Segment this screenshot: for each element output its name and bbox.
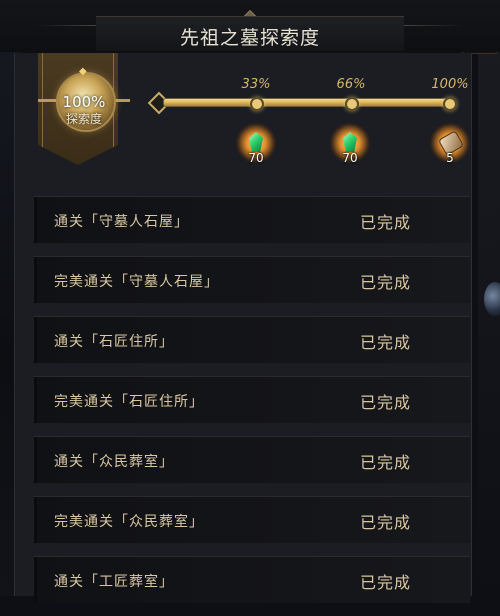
reward-count-3: 5 [446, 151, 454, 165]
exploration-label: 探索度 [65, 112, 102, 126]
task-name: 完美通关「石匠住所」 [54, 394, 204, 410]
orb-icon [484, 282, 500, 316]
task-status: 已完成 [360, 273, 412, 292]
task-list: 通关「守墓人石屋」 已完成 完美通关「守墓人石屋」 已完成 通关「石匠住所」 已… [34, 196, 470, 616]
task-name: 通关「众民葬室」 [54, 454, 174, 470]
milestone-percent-1: 33% [241, 77, 271, 92]
task-name: 通关「守墓人石屋」 [54, 214, 189, 230]
milestone-percent-3: 100% [431, 77, 469, 92]
task-row: 完美通关「守墓人石屋」 已完成 [34, 256, 470, 303]
star-icon: ◆ [79, 66, 87, 77]
exploration-progress-bar [163, 98, 452, 107]
title-bar: 先祖之墓探索度 [0, 0, 500, 52]
task-row: 完美通关「众民葬室」 已完成 [34, 496, 470, 543]
task-row: 通关「石匠住所」 已完成 [34, 316, 470, 363]
task-row: 完美通关「石匠住所」 已完成 [34, 376, 470, 423]
task-status: 已完成 [360, 333, 412, 352]
milestone-node-2 [345, 97, 359, 111]
milestone-node-1 [250, 97, 264, 111]
task-row: 通关「守墓人石屋」 已完成 [34, 196, 470, 243]
task-name: 通关「工匠葬室」 [54, 574, 174, 590]
task-status: 已完成 [360, 513, 412, 532]
task-name: 通关「石匠住所」 [54, 334, 174, 350]
task-status: 已完成 [360, 453, 412, 472]
reward-count-2: 70 [342, 151, 358, 165]
task-status: 已完成 [360, 393, 412, 412]
exploration-percent: 100% [62, 93, 106, 111]
task-name: 完美通关「守墓人石屋」 [54, 274, 219, 290]
progress-fill [164, 99, 451, 106]
task-name: 完美通关「众民葬室」 [54, 514, 204, 530]
milestone-percent-2: 66% [336, 77, 366, 92]
task-status: 已完成 [360, 213, 412, 232]
page-title: 先祖之墓探索度 [179, 27, 320, 49]
green-gem-icon [343, 132, 357, 152]
task-row: 通关「众民葬室」 已完成 [34, 436, 470, 483]
task-status: 已完成 [360, 573, 412, 592]
green-gem-icon [249, 132, 263, 152]
milestone-node-3 [443, 97, 457, 111]
reward-count-1: 70 [248, 151, 264, 165]
